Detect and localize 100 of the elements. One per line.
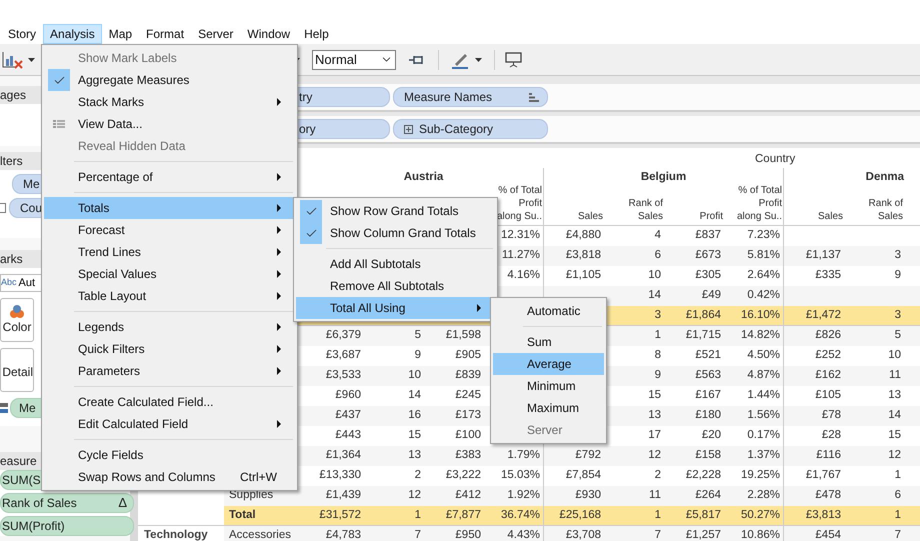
table-cell-text: 9 <box>894 268 901 284</box>
detail-card[interactable]: Detail <box>0 348 34 392</box>
table-cell-text: 7 <box>414 528 421 541</box>
table-cell-text: £13,330 <box>319 468 361 484</box>
table-cell-text: 7 <box>654 528 661 541</box>
shelf-pill[interactable]: Measure Names <box>393 87 548 107</box>
measure-pill[interactable]: Rank of Sales Δ <box>0 493 134 513</box>
table-cell-text: £3,533 <box>326 368 361 384</box>
table-cell-text: 13 <box>408 448 421 464</box>
caret-icon <box>28 58 35 62</box>
measure-pill[interactable]: SUM(Profit) <box>0 516 134 536</box>
menu-item[interactable]: Edit Calculated Field <box>44 413 295 435</box>
table-cell-text: 10 <box>648 268 661 284</box>
table-cell-text: 1 <box>894 468 901 484</box>
table-cell-text: £1,364 <box>326 448 361 464</box>
country-header: Denma <box>864 170 904 185</box>
column-header: Rank of Sales <box>868 197 903 223</box>
table-cell-text: 11.27% <box>502 248 540 264</box>
table-cell-text: 4.16% <box>507 268 540 284</box>
menu-item[interactable]: Table Layout <box>44 285 295 307</box>
table-cell-text: 4.87% <box>747 368 780 384</box>
table-cell-text: £3,222 <box>446 468 481 484</box>
table-cell-text: 3 <box>894 308 901 323</box>
country-header: Belgium <box>544 168 784 186</box>
menu-item[interactable]: Sum <box>493 331 604 353</box>
table-cell-text: 1.92% <box>507 488 540 504</box>
menu-item[interactable]: Legends <box>44 316 295 338</box>
clear-chart-icon <box>2 50 24 68</box>
table-cell-text: 2 <box>654 468 661 484</box>
view-size-select[interactable]: Normal <box>312 50 396 70</box>
menu-item[interactable]: Quick Filters <box>44 338 295 360</box>
table-cell-text: £839 <box>455 368 481 384</box>
menu-item[interactable]: Automatic <box>493 300 604 322</box>
table-cell-text: £116 <box>816 448 841 464</box>
menu-item[interactable]: Create Calculated Field... <box>44 391 295 413</box>
menu-item[interactable]: Minimum <box>493 375 604 397</box>
menu-item[interactable]: Show Row Grand Totals <box>296 200 495 222</box>
menu-item[interactable]: Forecast <box>44 219 295 241</box>
row-header: Technology <box>144 528 208 541</box>
table-cell-text: £4,880 <box>566 228 601 244</box>
table-cell-text: 10 <box>888 348 901 364</box>
menu-item[interactable]: Show Column Grand Totals <box>296 222 495 244</box>
table-cell-text: 4 <box>654 228 661 244</box>
table-cell-text: £105 <box>815 388 841 404</box>
table-cell-text: 0.42% <box>747 288 780 304</box>
menu-bar-item[interactable]: Map <box>102 24 140 44</box>
menu-item[interactable]: Parameters <box>44 360 295 382</box>
menu-item[interactable]: Maximum <box>493 397 604 419</box>
table-cell-text: £1,598 <box>446 328 481 344</box>
table-cell-text: £335 <box>815 268 841 284</box>
menu-item[interactable]: Average <box>493 353 604 375</box>
table-cell-text: 50.27% <box>740 508 780 523</box>
presentation-icon <box>505 52 522 68</box>
menu-item[interactable]: Add All Subtotals <box>296 253 495 275</box>
color-card[interactable]: Color <box>0 298 34 342</box>
table-cell-text: 10 <box>408 368 421 384</box>
table-cell-text: £826 <box>815 328 841 344</box>
table-cell-text: 1.79% <box>507 448 540 464</box>
table-cell-text: £443 <box>335 428 361 444</box>
table-cell-text: £1,105 <box>566 268 601 284</box>
table-cell-text: 15.03% <box>500 468 540 484</box>
country-header: Austria <box>304 168 544 186</box>
table-cell-text: £905 <box>455 348 481 364</box>
table-cell-text: £5,817 <box>686 508 721 523</box>
menu-bar-item[interactable]: Window <box>240 24 298 44</box>
menu-bar-item[interactable]: Help <box>297 24 336 44</box>
table-cell-text: 11 <box>889 368 901 384</box>
table-cell-text: £454 <box>815 528 841 541</box>
table-cell-text: 12.31% <box>500 228 540 244</box>
table-cell-text: 1 <box>654 328 661 344</box>
menu-item[interactable]: Remove All Subtotals <box>296 275 495 297</box>
table-cell-text: £1,257 <box>686 528 721 541</box>
menu-bar-item[interactable]: Server <box>191 24 240 44</box>
table-cell-text: 1.37% <box>747 448 780 464</box>
column-group-header: Country <box>755 152 796 167</box>
table-cell-text: £563 <box>695 368 721 384</box>
table-cell-text: £100 <box>455 428 481 444</box>
table-cell-text: £7,854 <box>566 468 601 484</box>
table-cell-text: £3,708 <box>566 528 601 541</box>
table-grid-icon <box>53 120 65 128</box>
table-cell-text: £1,137 <box>806 248 841 264</box>
menu-bar-item[interactable]: Analysis <box>43 24 102 44</box>
menu-item[interactable]: Totals <box>44 197 295 219</box>
shelf-pill[interactable]: Sub-Category <box>393 119 548 139</box>
table-cell-text: £960 <box>335 388 361 404</box>
table-cell-text: £1,767 <box>806 468 841 484</box>
table-cell-text: £173 <box>455 408 481 424</box>
table-cell-text: 3 <box>894 248 901 264</box>
caret-icon <box>475 58 482 62</box>
table-cell-text: 7 <box>894 528 901 541</box>
menu-bar-item[interactable]: Story <box>1 24 44 44</box>
menu-bar-item[interactable]: Format <box>139 24 192 44</box>
column-header: % of Total Profit along Su.. <box>736 184 782 223</box>
table-cell-text: 4.43% <box>507 528 540 541</box>
table-cell-text: £1,472 <box>806 308 841 323</box>
table-cell-text: 13 <box>888 388 901 404</box>
table-cell-text: 0.17% <box>747 428 780 444</box>
table-cell-text: 14 <box>888 408 901 424</box>
column-header: Sales <box>818 210 843 223</box>
table-cell-text: 8 <box>654 348 661 364</box>
